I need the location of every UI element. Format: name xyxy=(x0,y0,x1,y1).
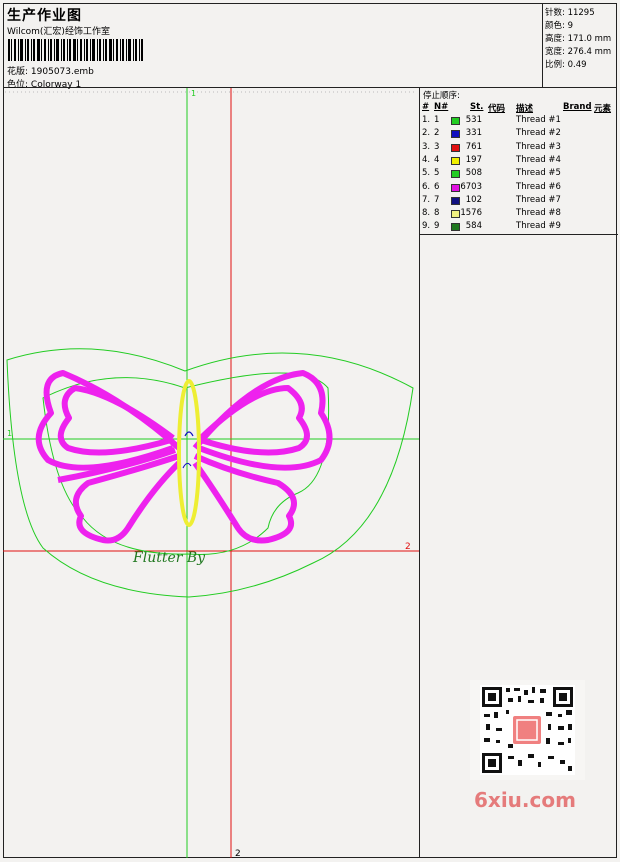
thread-code: 1576 xyxy=(460,208,482,219)
thread-code: 6703 xyxy=(460,181,482,192)
thread-code: 531 xyxy=(465,115,482,125)
thread-desc: Thread #9 xyxy=(516,221,561,232)
width-label: 宽度: xyxy=(545,47,565,57)
stats-panel: 针数: 11295 颜色: 9 高度: 171.0 mm 宽度: 276.4 m… xyxy=(543,3,617,88)
guide-h2-label: 2 xyxy=(405,542,411,552)
width-row: 宽度: 276.4 mm xyxy=(545,45,611,57)
outline-shape xyxy=(6,348,414,598)
width-value: 276.4 mm xyxy=(567,47,612,57)
thread-needle: 7 xyxy=(434,194,440,205)
stop-sequence-title: 停止顺序: xyxy=(423,91,460,101)
thread-needle: 4 xyxy=(434,154,440,165)
thread-desc: Thread #7 xyxy=(516,194,561,205)
stitches-row: 针数: 11295 xyxy=(545,6,595,18)
thread-row: 7. 7 102 Thread #7 xyxy=(420,195,618,208)
thread-needle: 2 xyxy=(434,128,440,139)
height-value: 171.0 mm xyxy=(567,34,612,44)
thread-needle: 9 xyxy=(434,221,440,232)
colors-value: 9 xyxy=(567,21,573,31)
thread-row: 4. 4 197 Thread #4 xyxy=(420,155,618,168)
thread-code: 197 xyxy=(465,154,482,165)
thread-desc: Thread #8 xyxy=(516,208,561,219)
page-title: 生产作业图 xyxy=(7,8,82,24)
colors-label: 颜色: xyxy=(545,21,565,31)
thread-num: 7. xyxy=(422,194,431,205)
watermark-site: 6xiu.com xyxy=(474,788,576,812)
thread-row: 5. 5 508 Thread #5 xyxy=(420,168,618,181)
signature-text: Flutter By xyxy=(132,550,206,566)
stitches-value: 11295 xyxy=(567,8,595,18)
thread-num: 3. xyxy=(422,141,431,152)
right-upper-wing-inner xyxy=(198,385,310,456)
thread-num: 8. xyxy=(422,208,431,219)
stitches-label: 针数: xyxy=(545,8,565,18)
thread-needle: 1 xyxy=(434,115,440,125)
design-label: 花版: xyxy=(7,67,29,77)
thread-row: 8. 8 1576 Thread #8 xyxy=(420,208,618,221)
design-value: 1905073.emb xyxy=(30,67,94,77)
guide-v2-label: 2 xyxy=(235,849,241,858)
thread-row: 6. 6 6703 Thread #6 xyxy=(420,182,618,195)
col-needle: N# xyxy=(434,102,449,112)
thread-code: 331 xyxy=(465,128,482,139)
guide-h1-label: 1 xyxy=(7,429,12,438)
design-field: 花版: 1905073.emb xyxy=(7,64,94,77)
barcode-icon xyxy=(8,39,143,61)
qr-code-icon xyxy=(470,680,585,780)
design-canvas: 1 1 2 2 Flutter By xyxy=(3,88,419,859)
header-panel: 生产作业图 Wilcom(汇宏)经饰工作室 花版: 1905073.emb 色位… xyxy=(3,3,543,90)
col-brand: Brand xyxy=(563,102,592,112)
thread-num: 6. xyxy=(422,181,431,192)
thread-desc: Thread #2 xyxy=(516,128,561,139)
thread-num: 5. xyxy=(422,168,431,179)
height-label: 高度: xyxy=(545,34,565,44)
thread-code: 584 xyxy=(465,221,482,232)
scale-label: 比例: xyxy=(545,60,565,70)
thread-row: 1. 1 531 Thread #1 xyxy=(420,115,618,128)
thread-desc: Thread #1 xyxy=(516,115,561,125)
scale-row: 比例: 0.49 xyxy=(545,58,587,70)
thread-code: 102 xyxy=(465,194,482,205)
thread-row: 9. 9 584 Thread #9 xyxy=(420,221,618,234)
thread-num: 1. xyxy=(422,115,431,125)
butterfly-body xyxy=(177,379,201,527)
thread-code: 508 xyxy=(465,168,482,179)
thread-row: 2. 2 331 Thread #2 xyxy=(420,128,618,141)
guide-v1-label: 1 xyxy=(191,89,196,98)
thread-desc: Thread #5 xyxy=(516,168,561,179)
table-separator xyxy=(420,234,618,235)
thread-needle: 3 xyxy=(434,141,440,152)
antenna-icon xyxy=(184,431,194,437)
height-row: 高度: 171.0 mm xyxy=(545,32,611,44)
thread-needle: 6 xyxy=(434,181,440,192)
thread-num: 4. xyxy=(422,154,431,165)
col-num: # xyxy=(422,102,430,112)
thread-row: 3. 3 761 Thread #3 xyxy=(420,142,618,155)
scale-value: 0.49 xyxy=(567,60,587,70)
thread-code: 761 xyxy=(465,141,482,152)
thread-desc: Thread #4 xyxy=(516,154,561,165)
thread-desc: Thread #3 xyxy=(516,141,561,152)
col-element: 元素 xyxy=(594,104,612,114)
thread-needle: 5 xyxy=(434,168,440,179)
thread-num: 9. xyxy=(422,221,431,232)
col-code: 代码 xyxy=(488,104,506,114)
thread-num: 2. xyxy=(422,128,431,139)
colors-row: 颜色: 9 xyxy=(545,19,573,31)
design-drawing: 1 1 2 2 Flutter By xyxy=(3,88,419,859)
thread-desc: Thread #6 xyxy=(516,181,561,192)
studio-name: Wilcom(汇宏)经饰工作室 xyxy=(7,27,110,37)
col-desc: 描述 xyxy=(516,104,534,114)
thread-needle: 8 xyxy=(434,208,440,219)
col-st: St. xyxy=(470,102,484,112)
